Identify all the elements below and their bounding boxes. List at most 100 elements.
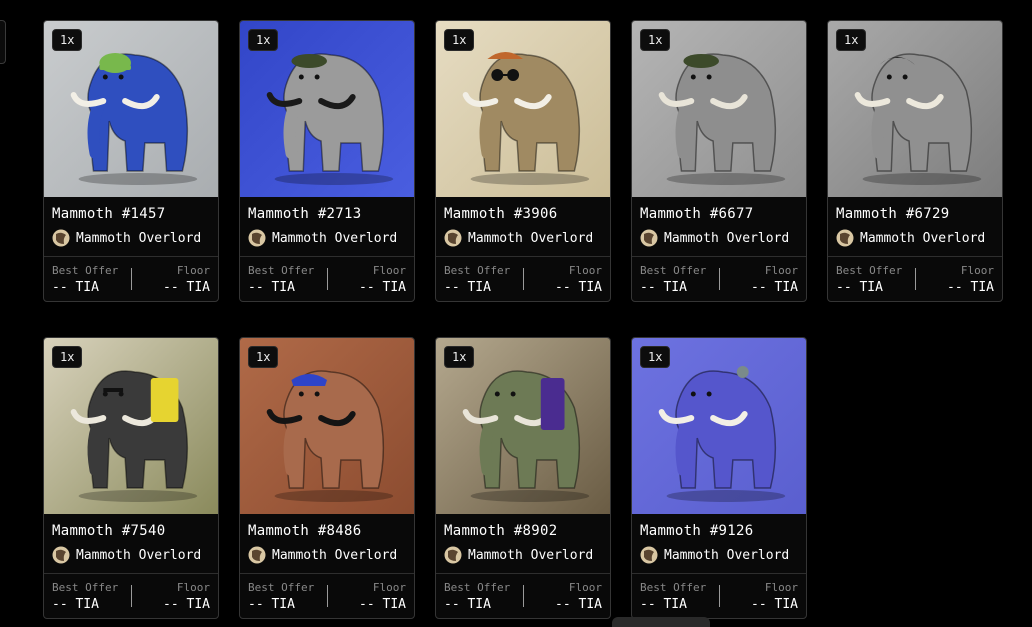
collection-avatar-svg bbox=[52, 546, 70, 564]
collection-avatar-svg bbox=[248, 229, 266, 247]
nft-card[interactable]: 1x Mammoth #6677 Mammoth Overlord Best O… bbox=[631, 20, 807, 302]
floor-value: -- TIA bbox=[359, 280, 406, 295]
nft-thumbnail[interactable]: 1x bbox=[240, 21, 414, 197]
collection-avatar-svg bbox=[640, 229, 658, 247]
best-offer-stat: Best Offer -- TIA bbox=[248, 581, 314, 612]
nft-card[interactable]: 1x Mammoth #8902 Mammoth Overlord Best O… bbox=[435, 337, 611, 619]
collection-name: Mammoth Overlord bbox=[76, 547, 202, 563]
floor-value: -- TIA bbox=[163, 280, 210, 295]
floor-label: Floor bbox=[764, 581, 798, 594]
collection-name: Mammoth Overlord bbox=[468, 230, 594, 246]
sidebar-toggle-tab[interactable] bbox=[0, 20, 6, 64]
nft-thumbnail[interactable]: 1x bbox=[632, 21, 806, 197]
nft-thumbnail[interactable]: 1x bbox=[436, 21, 610, 197]
stat-separator bbox=[523, 268, 524, 290]
floor-stat: Floor -- TIA bbox=[359, 581, 406, 612]
nft-thumbnail[interactable]: 1x bbox=[632, 338, 806, 514]
floor-stat: Floor -- TIA bbox=[555, 264, 602, 295]
collection-row[interactable]: Mammoth Overlord bbox=[436, 539, 610, 564]
collection-avatar-icon bbox=[248, 546, 266, 564]
nft-thumbnail[interactable]: 1x bbox=[44, 21, 218, 197]
nft-card[interactable]: 1x Mammoth #8486 Mammoth Overlord Best O… bbox=[239, 337, 415, 619]
collection-avatar-icon bbox=[444, 229, 462, 247]
best-offer-value: -- TIA bbox=[52, 280, 99, 295]
floor-stat: Floor -- TIA bbox=[359, 264, 406, 295]
best-offer-label: Best Offer bbox=[52, 581, 119, 594]
price-stats: Best Offer -- TIA Floor -- TIA bbox=[436, 574, 610, 612]
best-offer-label: Best Offer bbox=[836, 264, 903, 277]
nft-thumbnail[interactable]: 1x bbox=[44, 338, 218, 514]
nft-card[interactable]: 1x Mammoth #2713 Mammoth Overlord Best O… bbox=[239, 20, 415, 302]
floor-stat: Floor -- TIA bbox=[751, 581, 798, 612]
quantity-badge: 1x bbox=[836, 29, 867, 51]
floor-stat: Floor -- TIA bbox=[163, 581, 210, 612]
best-offer-value: -- TIA bbox=[248, 280, 295, 295]
nft-title[interactable]: Mammoth #7540 bbox=[44, 514, 218, 539]
floor-label: Floor bbox=[960, 264, 994, 277]
stat-separator bbox=[523, 585, 524, 607]
collection-row[interactable]: Mammoth Overlord bbox=[632, 222, 806, 247]
nft-title[interactable]: Mammoth #6729 bbox=[828, 197, 1002, 222]
collection-row[interactable]: Mammoth Overlord bbox=[436, 222, 610, 247]
nft-card[interactable]: 1x Mammoth #9126 Mammoth Overlord Best O… bbox=[631, 337, 807, 619]
quantity-badge: 1x bbox=[640, 346, 671, 368]
quantity-badge: 1x bbox=[640, 29, 671, 51]
collection-avatar-icon bbox=[248, 229, 266, 247]
nft-title[interactable]: Mammoth #8902 bbox=[436, 514, 610, 539]
floor-label: Floor bbox=[372, 264, 406, 277]
nft-grid: 1x Mammoth #1457 Mammoth Overlord Best O… bbox=[43, 20, 1003, 619]
price-stats: Best Offer -- TIA Floor -- TIA bbox=[240, 257, 414, 295]
collection-avatar-icon bbox=[52, 229, 70, 247]
price-stats: Best Offer -- TIA Floor -- TIA bbox=[240, 574, 414, 612]
best-offer-label: Best Offer bbox=[52, 264, 119, 277]
floor-label: Floor bbox=[568, 581, 602, 594]
nft-title[interactable]: Mammoth #2713 bbox=[240, 197, 414, 222]
nft-thumbnail[interactable]: 1x bbox=[436, 338, 610, 514]
floor-label: Floor bbox=[372, 581, 406, 594]
floor-stat: Floor -- TIA bbox=[947, 264, 994, 295]
collection-name: Mammoth Overlord bbox=[272, 230, 398, 246]
nft-card[interactable]: 1x Mammoth #6729 Mammoth Overlord Best O… bbox=[827, 20, 1003, 302]
floor-label: Floor bbox=[176, 581, 210, 594]
price-stats: Best Offer -- TIA Floor -- TIA bbox=[44, 257, 218, 295]
quantity-badge: 1x bbox=[248, 29, 279, 51]
nft-card[interactable]: 1x Mammoth #3906 Mammoth Overlord Best O… bbox=[435, 20, 611, 302]
nft-title[interactable]: Mammoth #1457 bbox=[44, 197, 218, 222]
nft-thumbnail[interactable]: 1x bbox=[828, 21, 1002, 197]
collection-avatar-svg bbox=[836, 229, 854, 247]
quantity-badge: 1x bbox=[444, 29, 475, 51]
price-stats: Best Offer -- TIA Floor -- TIA bbox=[44, 574, 218, 612]
nft-thumbnail[interactable]: 1x bbox=[240, 338, 414, 514]
best-offer-value: -- TIA bbox=[52, 597, 99, 612]
best-offer-label: Best Offer bbox=[444, 264, 511, 277]
nft-title[interactable]: Mammoth #8486 bbox=[240, 514, 414, 539]
nft-card[interactable]: 1x Mammoth #1457 Mammoth Overlord Best O… bbox=[43, 20, 219, 302]
best-offer-stat: Best Offer -- TIA bbox=[52, 264, 118, 295]
collection-name: Mammoth Overlord bbox=[860, 230, 986, 246]
collection-row[interactable]: Mammoth Overlord bbox=[240, 539, 414, 564]
collection-row[interactable]: Mammoth Overlord bbox=[240, 222, 414, 247]
best-offer-value: -- TIA bbox=[836, 280, 883, 295]
nft-title[interactable]: Mammoth #6677 bbox=[632, 197, 806, 222]
collection-row[interactable]: Mammoth Overlord bbox=[632, 539, 806, 564]
collection-avatar-icon bbox=[640, 229, 658, 247]
best-offer-stat: Best Offer -- TIA bbox=[248, 264, 314, 295]
nft-title[interactable]: Mammoth #9126 bbox=[632, 514, 806, 539]
collection-name: Mammoth Overlord bbox=[664, 547, 790, 563]
stat-separator bbox=[719, 585, 720, 607]
best-offer-stat: Best Offer -- TIA bbox=[640, 264, 706, 295]
price-stats: Best Offer -- TIA Floor -- TIA bbox=[632, 574, 806, 612]
best-offer-label: Best Offer bbox=[444, 581, 511, 594]
quantity-badge: 1x bbox=[52, 346, 83, 368]
collection-row[interactable]: Mammoth Overlord bbox=[44, 539, 218, 564]
collection-row[interactable]: Mammoth Overlord bbox=[44, 222, 218, 247]
best-offer-label: Best Offer bbox=[640, 264, 707, 277]
collection-row[interactable]: Mammoth Overlord bbox=[828, 222, 1002, 247]
nft-card[interactable]: 1x Mammoth #7540 Mammoth Overlord Best O… bbox=[43, 337, 219, 619]
collection-avatar-svg bbox=[52, 229, 70, 247]
nft-title[interactable]: Mammoth #3906 bbox=[436, 197, 610, 222]
price-stats: Best Offer -- TIA Floor -- TIA bbox=[828, 257, 1002, 295]
collection-avatar-svg bbox=[640, 546, 658, 564]
floor-label: Floor bbox=[764, 264, 798, 277]
bottom-scroll-tab[interactable] bbox=[612, 617, 710, 627]
